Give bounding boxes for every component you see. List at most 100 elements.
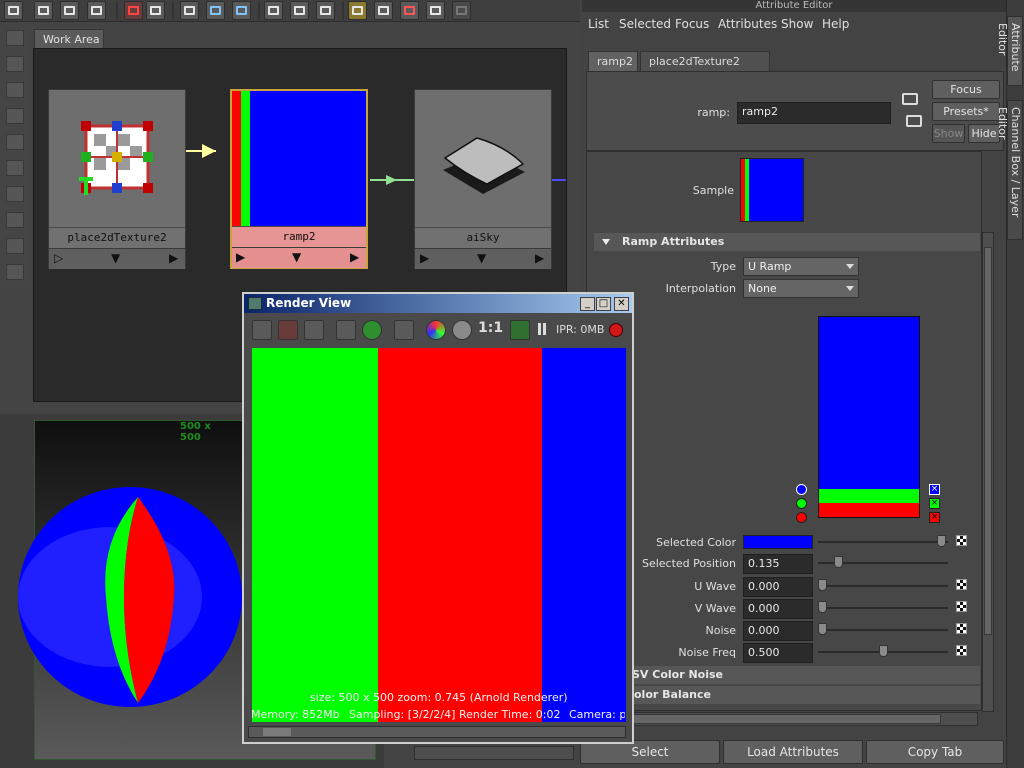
frame-tool-icon[interactable] <box>6 108 24 124</box>
real-size-button[interactable]: 1:1 <box>478 320 503 336</box>
render-clapper-icon[interactable] <box>252 320 272 340</box>
noise-field[interactable]: 0.000 <box>743 621 813 641</box>
alpha-channel-icon[interactable] <box>452 320 472 340</box>
copy-tab-button[interactable]: Copy Tab <box>866 740 1004 764</box>
menu-help[interactable]: Help <box>822 17 849 31</box>
snapshot-camera-icon[interactable] <box>304 320 324 340</box>
network-icon[interactable] <box>206 1 225 20</box>
both-connections-icon[interactable] <box>290 1 309 20</box>
ramp-handle-green-icon[interactable] <box>796 498 807 509</box>
list-icon[interactable] <box>374 1 393 20</box>
u-wave-slider-track[interactable] <box>818 585 948 587</box>
hierarchy-tool-icon[interactable] <box>6 264 24 280</box>
layout-tool-icon[interactable] <box>6 82 24 98</box>
section-ramp-attributes[interactable]: Ramp Attributes <box>594 233 980 251</box>
bookmark-tool-icon[interactable] <box>6 134 24 150</box>
u-wave-slider-thumb[interactable] <box>818 579 827 591</box>
output-port-icon[interactable]: ▶ <box>535 251 544 265</box>
ramp-delete-green-icon[interactable]: × <box>929 498 940 509</box>
input-output-icon[interactable] <box>902 93 918 105</box>
type-dropdown[interactable]: U Ramp <box>743 257 859 276</box>
eraser-icon[interactable] <box>180 1 199 20</box>
maximize-icon[interactable]: □ <box>596 297 611 311</box>
node-aisky[interactable]: aiSky ▶ ▼ ▶ <box>414 89 552 269</box>
keep-image-icon[interactable] <box>510 320 530 340</box>
menu-focus[interactable]: Focus <box>675 17 709 31</box>
node-ramp2[interactable]: ramp2 ▶ ▼ ▶ <box>230 89 368 269</box>
selected-position-slider-thumb[interactable] <box>834 556 844 568</box>
attribute-horizontal-scrollbar[interactable] <box>620 712 978 726</box>
input-connections-icon[interactable] <box>264 1 283 20</box>
map-button-icon[interactable] <box>956 579 967 590</box>
expand-port-icon[interactable]: ▼ <box>111 251 120 265</box>
tab-ramp2[interactable]: ramp2 <box>588 51 638 71</box>
noise-freq-slider-thumb[interactable] <box>878 645 888 657</box>
split-pane-icon[interactable] <box>87 1 106 20</box>
ramp-delete-blue-icon[interactable]: × <box>929 484 940 495</box>
input-port-icon[interactable]: ▶ <box>236 250 245 264</box>
render-settings-icon[interactable] <box>394 320 414 340</box>
input-port-icon[interactable]: ▷ <box>54 251 63 265</box>
map-button-icon[interactable] <box>956 645 967 656</box>
render-icon[interactable] <box>400 1 419 20</box>
menu-list[interactable]: List <box>588 17 609 31</box>
noise-slider-thumb[interactable] <box>818 623 827 635</box>
show-button[interactable]: Show <box>932 124 965 143</box>
arrange-tool-icon[interactable] <box>6 238 24 254</box>
ramp-handle-red-icon[interactable] <box>796 512 807 523</box>
selected-color-slider-track[interactable] <box>818 541 948 543</box>
attribute-vertical-scrollbar[interactable] <box>982 232 994 712</box>
collapse-triangle-icon[interactable] <box>602 239 610 245</box>
tab-channel-box[interactable]: Channel Box / Layer Editor <box>996 100 1023 240</box>
node-place2dtexture2[interactable]: place2dTexture2 ▷ ▼ ▶ <box>48 89 186 269</box>
scrollbar-thumb[interactable] <box>263 728 291 736</box>
tab-attribute-editor[interactable]: Attribute Editor <box>996 16 1023 86</box>
swatch-icon[interactable] <box>348 1 367 20</box>
connect-tool-icon[interactable] <box>6 212 24 228</box>
graph-tool-icon[interactable] <box>6 30 24 46</box>
scrollbar-thumb[interactable] <box>621 714 941 724</box>
v-wave-slider-thumb[interactable] <box>818 601 827 613</box>
ramp-gradient-editor[interactable] <box>818 316 920 518</box>
ramp-delete-red-icon[interactable]: × <box>929 512 940 523</box>
tree-tool-icon[interactable] <box>6 186 24 202</box>
node-name-field[interactable]: ramp2 <box>737 102 891 124</box>
input-port-icon[interactable]: ▶ <box>420 251 429 265</box>
scrollbar-thumb[interactable] <box>984 247 992 635</box>
map-button-icon[interactable] <box>956 535 967 546</box>
stop-render-icon[interactable] <box>609 323 623 337</box>
ipr-clapper-icon[interactable] <box>336 320 356 340</box>
tab-work-area[interactable]: Work Area <box>34 29 104 49</box>
graph-icon[interactable] <box>124 1 143 20</box>
pause-icon[interactable] <box>538 323 541 335</box>
layout-icon[interactable] <box>4 1 23 20</box>
v-wave-slider-track[interactable] <box>818 607 948 609</box>
two-pane-icon[interactable] <box>60 1 79 20</box>
interpolation-dropdown[interactable]: None <box>743 279 859 298</box>
list-tool-icon[interactable] <box>6 56 24 72</box>
ipr-icon[interactable] <box>426 1 445 20</box>
output-port-icon[interactable]: ▶ <box>169 251 178 265</box>
noise-freq-field[interactable]: 0.500 <box>743 643 813 663</box>
expand-port-icon[interactable]: ▼ <box>477 251 486 265</box>
map-button-icon[interactable] <box>956 601 967 612</box>
close-icon[interactable]: ✕ <box>614 297 629 311</box>
menu-show[interactable]: Show <box>781 17 813 31</box>
focus-button[interactable]: Focus <box>932 80 1000 99</box>
load-attributes-button[interactable]: Load Attributes <box>723 740 863 764</box>
u-wave-field[interactable]: 0.000 <box>743 577 813 597</box>
output-select-icon[interactable] <box>906 115 922 127</box>
minimize-icon[interactable]: _ <box>580 297 595 311</box>
ramp-handle-blue-icon[interactable] <box>796 484 807 495</box>
v-wave-field[interactable]: 0.000 <box>743 599 813 619</box>
render-image[interactable] <box>252 348 626 722</box>
menu-selected[interactable]: Selected <box>619 17 671 31</box>
selected-color-slider-thumb[interactable] <box>937 535 946 547</box>
single-pane-icon[interactable] <box>34 1 53 20</box>
render-region-icon[interactable] <box>278 320 298 340</box>
timeline-scrollbar[interactable] <box>414 746 574 760</box>
output-port-icon[interactable]: ▶ <box>350 250 359 264</box>
selected-position-field[interactable]: 0.135 <box>743 554 813 574</box>
arrange-icon[interactable] <box>146 1 165 20</box>
expand-port-icon[interactable]: ▼ <box>292 250 301 264</box>
